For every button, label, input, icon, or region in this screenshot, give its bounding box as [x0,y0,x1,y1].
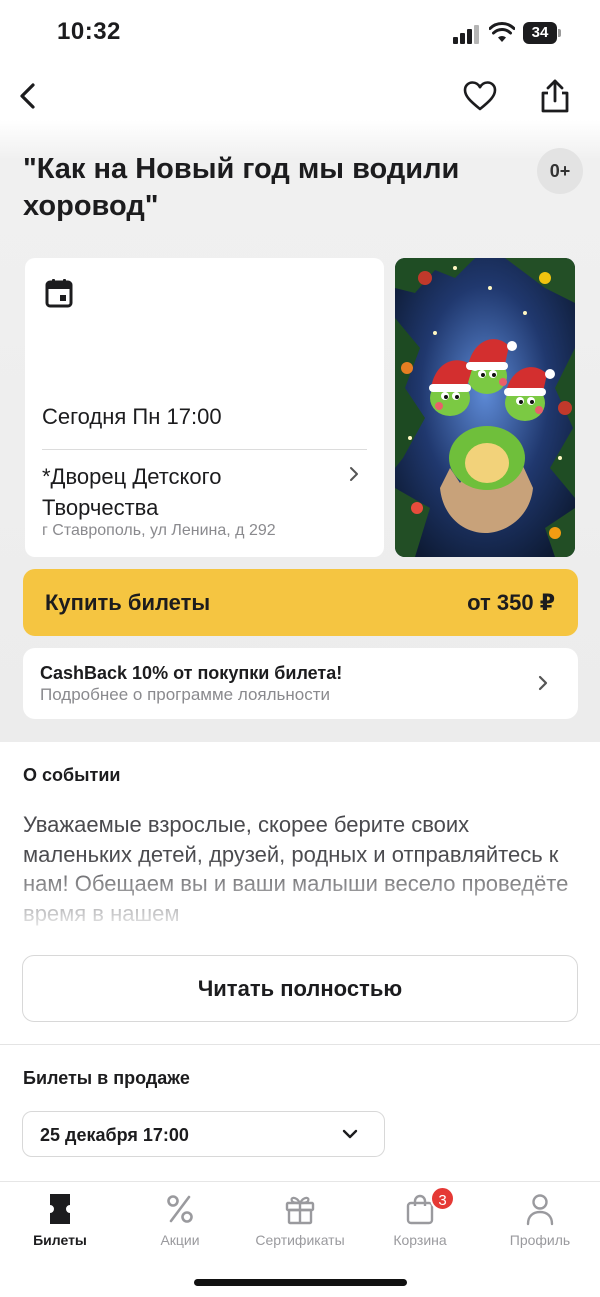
card-divider [42,449,367,450]
buy-tickets-label: Купить билеты [45,590,211,615]
session-date-select[interactable]: 25 декабря 17:00 [22,1111,385,1157]
back-button[interactable] [12,78,48,114]
cashback-subtitle: Подробнее о программе лояльности [40,685,331,704]
tab-label: Билеты [33,1232,87,1248]
tab-label: Акции [160,1232,200,1248]
section-divider [0,1044,600,1045]
read-more-button[interactable]: Читать полностью [22,955,578,1022]
venue-link[interactable]: *Дворец Детского Творчества [42,461,332,523]
age-rating-badge: 0+ [537,148,583,194]
tab-tickets[interactable]: Билеты [0,1192,120,1256]
tab-profile[interactable]: Профиль [480,1192,600,1256]
tab-label: Профиль [509,1232,571,1248]
status-time: 10:32 [57,18,121,45]
event-datetime: Сегодня Пн 17:00 [42,404,222,429]
battery-indicator: 34 [523,22,557,44]
cellular-signal-icon [453,25,479,44]
tab-promotions[interactable]: Акции [120,1192,240,1256]
chevron-right-icon [538,675,548,691]
gift-icon [285,1196,315,1225]
about-description: Уважаемые взрослые, скорее берите своих … [23,812,569,926]
tab-label: Корзина [393,1232,447,1248]
tickets-heading: Билеты в продаже [23,1068,190,1088]
ticket-price: от 350 ₽ [467,590,555,615]
home-indicator[interactable] [194,1279,407,1286]
buy-tickets-button[interactable]: Купить билеты от 350 ₽ [23,569,578,636]
profile-icon [526,1194,554,1226]
favorite-button[interactable] [462,79,498,113]
ticket-icon [50,1194,70,1224]
tab-label: Сертификаты [255,1232,345,1248]
cashback-banner[interactable]: CashBack 10% от покупки билета! Подробне… [23,648,578,719]
about-heading: О событии [23,765,121,785]
tab-certificates[interactable]: Сертификаты [240,1192,360,1256]
chevron-down-icon [342,1129,358,1139]
event-title: "Как на Новый год мы водили хоровод" [23,153,460,222]
event-info-card: Сегодня Пн 17:00 *Дворец Детского Творче… [25,258,384,557]
battery-tip [558,29,561,37]
cashback-title: CashBack 10% от покупки билета! [40,663,343,683]
chevron-right-icon[interactable] [347,465,361,483]
tab-cart[interactable]: Корзина [360,1192,480,1256]
wifi-icon [489,22,515,42]
event-poster-image[interactable] [395,258,575,557]
calendar-icon [45,279,73,308]
cart-count-badge: 3 [430,1186,455,1211]
selected-session-date: 25 декабря 17:00 [40,1125,189,1145]
status-bar: 10:32 34 [0,0,600,68]
venue-address: г Ставрополь, ул Ленина, д 292 [42,522,276,539]
share-button[interactable] [537,77,573,115]
percent-icon [167,1195,193,1223]
